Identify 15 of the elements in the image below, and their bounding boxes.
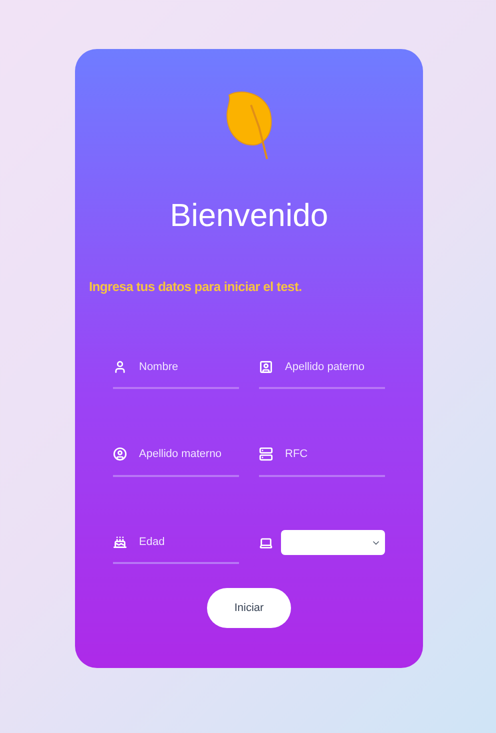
text-field[interactable]: Nombre	[139, 358, 239, 375]
instruction-text: Ingresa tus datos para iniciar el test.	[89, 278, 302, 296]
text-field[interactable]: Edad	[139, 534, 239, 550]
stacked-bars-icon	[259, 447, 273, 462]
text-field[interactable]: Apellido paterno	[285, 358, 385, 375]
person-icon	[113, 360, 127, 374]
dropdown-field[interactable]	[281, 530, 385, 556]
person-circle-icon	[113, 447, 127, 462]
contact-card-icon	[259, 360, 273, 374]
laptop-icon	[259, 536, 273, 550]
text-field[interactable]: RFC	[285, 446, 385, 462]
welcome-title: Bienvenido	[170, 199, 328, 231]
cake-icon	[113, 534, 127, 549]
start-button[interactable]: Iniciar	[207, 588, 291, 628]
text-field[interactable]: Apellido materno	[139, 446, 239, 462]
